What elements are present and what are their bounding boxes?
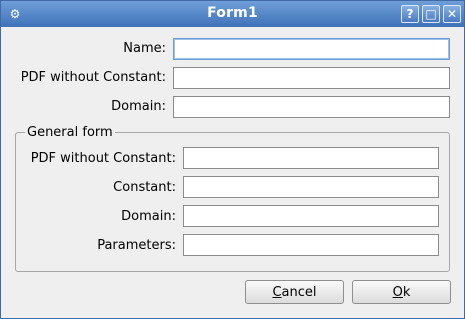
domain-input[interactable]: [173, 96, 450, 118]
name-label: Name:: [123, 41, 166, 56]
ok-mnemonic: O: [392, 284, 403, 300]
constant-label: Constant:: [113, 180, 176, 195]
cancel-button[interactable]: Cancel: [245, 280, 344, 304]
parameters-input[interactable]: [183, 234, 439, 256]
general-domain-label: Domain:: [121, 209, 176, 224]
maximize-button[interactable]: □: [422, 5, 440, 23]
name-input[interactable]: [173, 38, 450, 60]
dialog-window: ⚙ Form1 ? □ ✕ Name: PDF without Constant…: [0, 0, 465, 319]
help-button[interactable]: ?: [401, 5, 419, 23]
ok-label-rest: k: [402, 284, 411, 300]
general-form-title: General form: [25, 125, 115, 140]
general-pdf-without-constant-input[interactable]: [183, 147, 439, 169]
general-pdf-without-constant-label: PDF without Constant:: [30, 151, 176, 166]
pdf-without-constant-input[interactable]: [173, 67, 450, 89]
pdf-without-constant-label: PDF without Constant:: [20, 70, 166, 85]
general-domain-input[interactable]: [183, 205, 439, 227]
title-bar[interactable]: ⚙ Form1 ? □ ✕: [1, 1, 464, 27]
window-title: Form1: [207, 5, 258, 21]
cancel-label-rest: ancel: [281, 284, 317, 300]
close-button[interactable]: ✕: [443, 5, 461, 23]
domain-label: Domain:: [111, 99, 166, 114]
parameters-label: Parameters:: [97, 238, 176, 253]
cancel-mnemonic: C: [272, 284, 282, 300]
constant-input[interactable]: [183, 176, 439, 198]
ok-button[interactable]: Ok: [352, 280, 451, 304]
